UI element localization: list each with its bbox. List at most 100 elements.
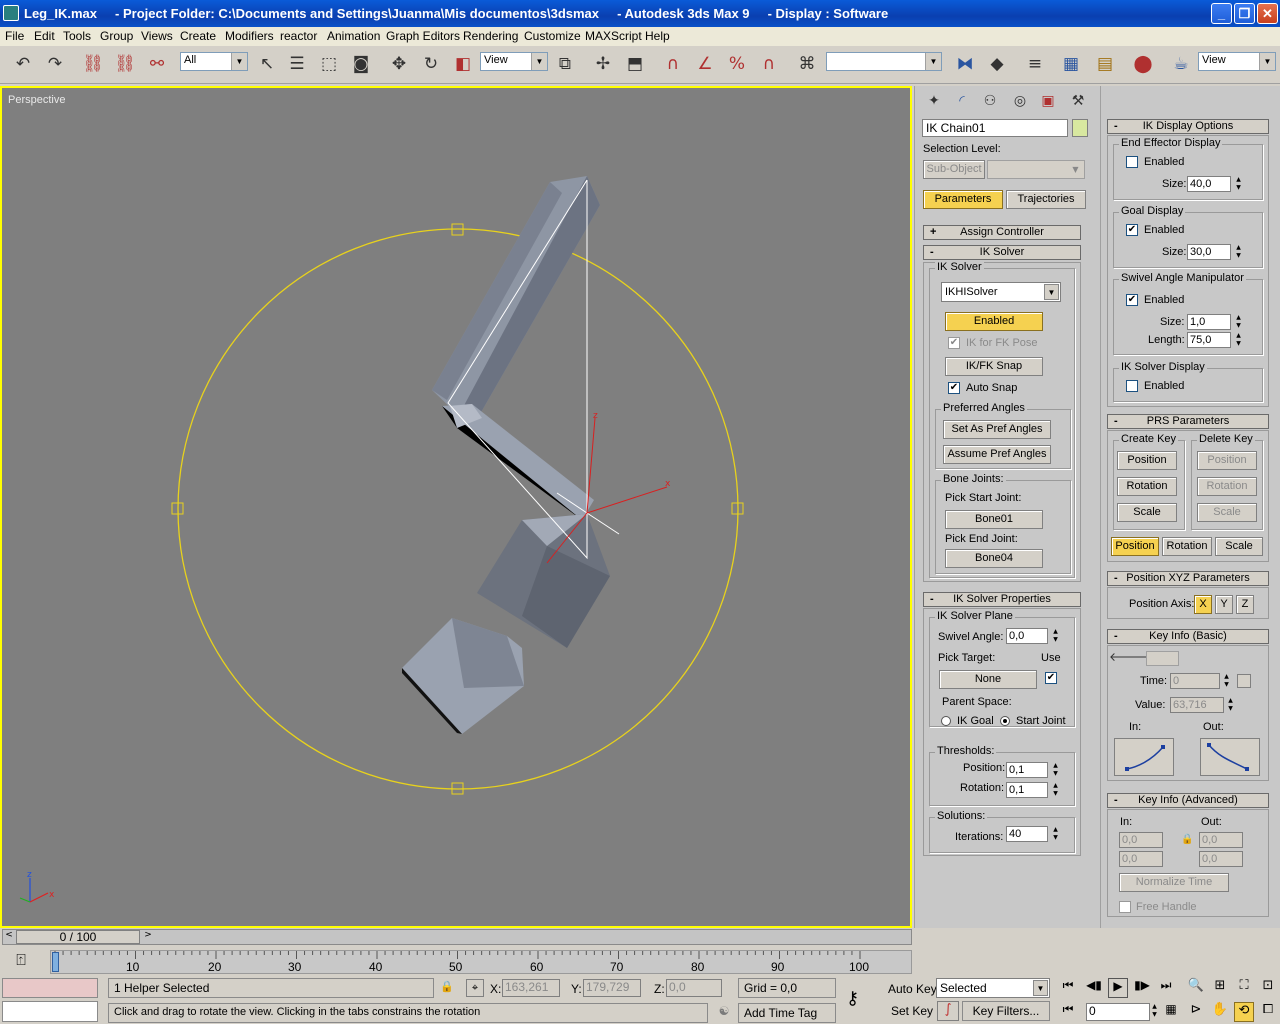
time-configuration-icon[interactable]: ▦ — [1162, 1002, 1180, 1020]
lock-icon[interactable]: 🔒 — [1181, 834, 1193, 846]
link-icon[interactable]: ⛓ — [80, 51, 106, 77]
y-coordinate-field[interactable]: 179,729 — [583, 979, 641, 997]
pan-icon[interactable]: ✋ — [1210, 1002, 1230, 1022]
sub-object-button[interactable]: Sub-Object — [923, 160, 985, 179]
redo-icon[interactable]: ↷ — [42, 51, 68, 77]
prev-key-arrow-icon[interactable]: 🡐 — [1109, 649, 1141, 665]
set-as-pref-angles-button[interactable]: Set As Pref Angles — [943, 420, 1051, 439]
time-lock-button[interactable] — [1237, 674, 1251, 688]
motion-tab-icon[interactable]: ◎ — [1007, 88, 1033, 114]
select-scale-icon[interactable]: ◧ — [450, 51, 476, 77]
key-value-spinner[interactable]: 63,716 — [1170, 697, 1224, 713]
next-key-arrow-icon[interactable]: 🡒 — [1126, 649, 1158, 665]
adv-in-spinner-2[interactable]: 0,0 — [1119, 851, 1163, 867]
bind-space-warp-icon[interactable]: ⚯ — [144, 51, 170, 77]
menu-file[interactable]: File — [5, 29, 24, 43]
zoom-icon[interactable]: 🔍 — [1186, 978, 1206, 998]
create-scale-key-button[interactable]: Scale — [1117, 503, 1177, 522]
end-joint-button[interactable]: Bone04 — [945, 549, 1043, 568]
start-joint-button[interactable]: Bone01 — [945, 510, 1043, 529]
percent-snap-icon[interactable]: % — [724, 51, 750, 77]
select-object-icon[interactable]: ↖ — [254, 51, 280, 77]
menu-maxscript[interactable]: MAXScript — [585, 29, 642, 43]
add-time-tag-button[interactable]: Add Time Tag — [738, 1003, 836, 1023]
menu-customize[interactable]: Customize — [524, 29, 581, 43]
assume-pref-angles-button[interactable]: Assume Pref Angles — [943, 445, 1051, 464]
delete-rotation-key-button[interactable]: Rotation — [1197, 477, 1257, 496]
previous-frame-icon[interactable]: ◀▮ — [1084, 978, 1104, 998]
key-info-basic-rollout[interactable]: - Key Info (Basic) — [1107, 629, 1269, 644]
solver-display-enabled-checkbox[interactable] — [1126, 380, 1138, 392]
zoom-all-icon[interactable]: ⊞ — [1210, 978, 1230, 998]
time-tag-icon[interactable]: ☯ — [714, 1004, 734, 1022]
time-slider-thumb[interactable]: 0 / 100 — [16, 930, 140, 944]
axis-z-button[interactable]: Z — [1236, 595, 1254, 614]
object-name-field[interactable]: IK Chain01 — [922, 119, 1068, 137]
minimize-button[interactable]: _ — [1211, 3, 1232, 24]
mirror-icon[interactable]: ⧓ — [952, 51, 978, 77]
solver-dropdown[interactable]: IKHISolver ▼ — [941, 282, 1061, 302]
curve-editor-icon[interactable]: ▦ — [1058, 51, 1084, 77]
adv-out-spinner-2[interactable]: 0,0 — [1199, 851, 1243, 867]
arc-rotate-icon[interactable]: ⟲ — [1234, 1002, 1254, 1022]
sub-object-dropdown[interactable]: ▼ — [987, 160, 1085, 179]
named-selection-dropdown[interactable]: ▼ — [826, 52, 942, 71]
swivel-length-spinner[interactable]: 75,0 — [1187, 332, 1231, 348]
key-icon[interactable]: ⚷ — [846, 988, 874, 1009]
current-frame-marker[interactable] — [52, 952, 59, 972]
go-to-end-icon[interactable]: ⏭ — [1156, 978, 1176, 998]
ik-solver-rollout[interactable]: - IK Solver — [923, 245, 1081, 260]
display-tab-icon[interactable]: ▣ — [1035, 88, 1061, 114]
maxscript-listener-white[interactable] — [2, 1001, 98, 1022]
current-frame-field[interactable]: 0 — [1086, 1003, 1150, 1021]
layer-manager-icon[interactable]: ≡ — [1022, 51, 1048, 77]
align-icon[interactable]: ◆ — [984, 51, 1010, 77]
swivel-enabled-checkbox[interactable]: ✔ — [1126, 294, 1138, 306]
maximize-button[interactable]: ❐ — [1234, 3, 1255, 24]
ik-display-options-rollout[interactable]: - IK Display Options — [1107, 119, 1269, 134]
object-color-swatch[interactable] — [1072, 119, 1088, 137]
in-tangent-button[interactable] — [1114, 738, 1174, 776]
iterations-spinner[interactable]: 40 — [1006, 826, 1048, 842]
key-time-spinner[interactable]: 0 — [1170, 673, 1220, 689]
spinner-arrows-icon[interactable]: ▲ ▼ — [1051, 762, 1060, 778]
pivot-center-icon[interactable]: ⧉ — [552, 51, 578, 77]
chevron-left-icon[interactable]: < — [3, 930, 15, 944]
auto-key-button[interactable]: Auto Key — [888, 982, 937, 996]
next-frame-icon[interactable]: ▮▶ — [1132, 978, 1152, 998]
key-number-field[interactable] — [1146, 651, 1179, 666]
menu-create[interactable]: Create — [180, 29, 216, 43]
selection-lock-icon[interactable]: 🔒 — [440, 980, 456, 996]
go-to-start-icon[interactable]: ⏮ — [1058, 978, 1078, 998]
select-move-icon[interactable]: ✥ — [386, 51, 412, 77]
spinner-arrows-icon[interactable]: ▲ ▼ — [1051, 782, 1060, 798]
axis-y-button[interactable]: Y — [1215, 595, 1233, 614]
delete-position-key-button[interactable]: Position — [1197, 451, 1257, 470]
modify-tab-icon[interactable]: ◜ — [949, 88, 975, 114]
z-coordinate-field[interactable]: 0,0 — [666, 979, 722, 997]
ik-goal-radio[interactable] — [941, 716, 951, 726]
select-manipulate-icon[interactable]: ✢ — [590, 51, 616, 77]
spinner-arrows-icon[interactable]: ▲ ▼ — [1051, 826, 1060, 842]
prs-parameters-rollout[interactable]: - PRS Parameters — [1107, 414, 1269, 429]
window-crossing-icon[interactable]: ◙ — [348, 51, 374, 77]
end-effector-size-spinner[interactable]: 40,0 — [1187, 176, 1231, 192]
free-handle-checkbox[interactable] — [1119, 901, 1131, 913]
reference-coordinate-dropdown[interactable]: View ▼ — [480, 52, 548, 71]
assign-controller-rollout[interactable]: + Assign Controller — [923, 225, 1081, 240]
keyboard-shortcut-icon[interactable]: ⬒ — [622, 51, 648, 77]
zoom-extents-icon[interactable]: ⛶ — [1234, 978, 1254, 998]
default-tangent-icon[interactable]: ∫ — [937, 1001, 959, 1021]
spinner-snap-icon[interactable]: ∩ — [756, 51, 782, 77]
select-by-name-icon[interactable]: ☰ — [284, 51, 310, 77]
auto-snap-checkbox[interactable]: ✔ — [948, 382, 960, 394]
create-tab-icon[interactable]: ✦ — [921, 88, 947, 114]
absolute-mode-icon[interactable]: ⌖ — [466, 979, 484, 997]
spinner-arrows-icon[interactable]: ▲ ▼ — [1051, 628, 1060, 644]
threshold-rotation-spinner[interactable]: 0,1 — [1006, 782, 1048, 798]
end-effector-enabled-checkbox[interactable] — [1126, 156, 1138, 168]
position-xyz-rollout[interactable]: - Position XYZ Parameters — [1107, 571, 1269, 586]
rotation-mode-button[interactable]: Rotation — [1162, 537, 1212, 556]
swivel-size-spinner[interactable]: 1,0 — [1187, 314, 1231, 330]
select-rotate-icon[interactable]: ↻ — [418, 51, 444, 77]
